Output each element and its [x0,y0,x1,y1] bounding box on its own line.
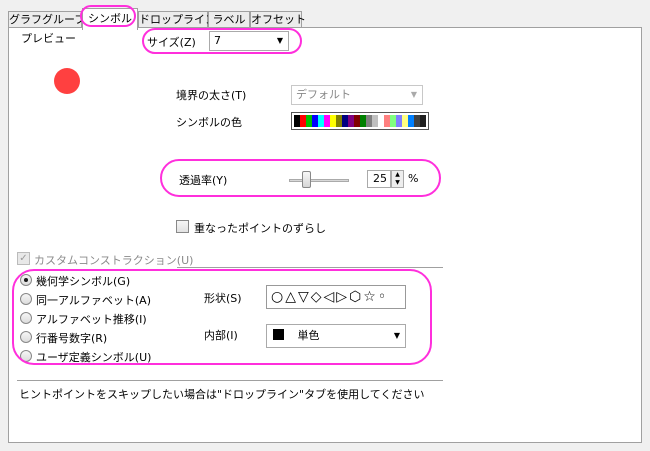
chevron-down-icon: ▼ [410,90,417,99]
hint-text: ヒントポイントをスキップしたい場合は"ドロップライン"タブを使用してください [19,388,425,401]
transparency-input[interactable]: 25 [367,170,391,188]
solid-square-icon [273,329,284,340]
radio-geometric-symbol[interactable] [20,274,32,286]
custom-construction-checkbox[interactable]: ✓ [17,252,30,265]
chevron-down-icon: ▼ [276,36,283,45]
border-width-label: 境界の太さ(T) [176,89,247,102]
interior-value: 単色 [297,329,320,342]
radio-row-number[interactable] [20,331,32,343]
symbol-color-picker[interactable] [291,112,429,130]
transparency-slider-track[interactable] [289,179,349,182]
alphabet-shift-label: アルファベット推移(I) [36,313,147,326]
interior-label: 内部(I) [204,329,238,342]
custom-construction-label: カスタムコンストラクション(U) [34,254,194,267]
chevron-down-icon: ▼ [393,331,400,340]
border-width-combo[interactable]: デフォルト ▼ [291,85,423,105]
shape-picker[interactable]: ○△▽◇◁▷⬡☆◦ [266,285,406,309]
size-value: 7 [214,34,221,47]
border-width-value: デフォルト [296,88,351,101]
symbol-color-label: シンボルの色 [176,116,242,129]
row-number-label: 行番号数字(R) [36,332,108,345]
custom-construction-divider [177,267,443,268]
transparency-value: 25 [373,172,387,185]
hint-divider [17,380,443,381]
geometric-symbol-label: 幾何学シンボル(G) [36,275,131,288]
transparency-slider-thumb[interactable] [301,171,311,188]
size-label: サイズ(Z) [147,36,196,49]
shape-glyphs: ○△▽◇◁▷⬡☆◦ [271,289,389,305]
radio-alphabet-shift[interactable] [20,312,32,324]
offset-overlap-checkbox[interactable] [176,220,189,233]
tab-symbol[interactable]: シンボル [82,8,138,30]
preview-symbol [54,68,80,94]
preview-label: プレビュー [21,32,76,45]
color-swatch-21[interactable] [420,115,426,127]
spin-down-icon[interactable]: ▼ [392,179,403,187]
shape-label: 形状(S) [204,292,242,305]
transparency-label: 透過率(Y) [179,174,228,187]
radio-same-alphabet[interactable] [20,293,32,305]
radio-user-defined-symbol[interactable] [20,350,32,362]
symbol-panel: プレビュー サイズ(Z) 7 ▼ 境界の太さ(T) デフォルト ▼ シンボルの色… [8,27,642,443]
size-combo[interactable]: 7 ▼ [209,31,289,51]
spin-up-icon[interactable]: ▲ [392,171,403,179]
offset-overlap-label: 重なったポイントのずらし [194,222,326,235]
transparency-spinner[interactable]: ▲ ▼ [391,170,404,188]
user-defined-symbol-label: ユーザ定義シンボル(U) [36,351,152,364]
same-alphabet-label: 同一アルファベット(A) [36,294,151,307]
interior-combo[interactable]: 単色 ▼ [266,324,406,348]
transparency-unit: % [408,172,419,185]
